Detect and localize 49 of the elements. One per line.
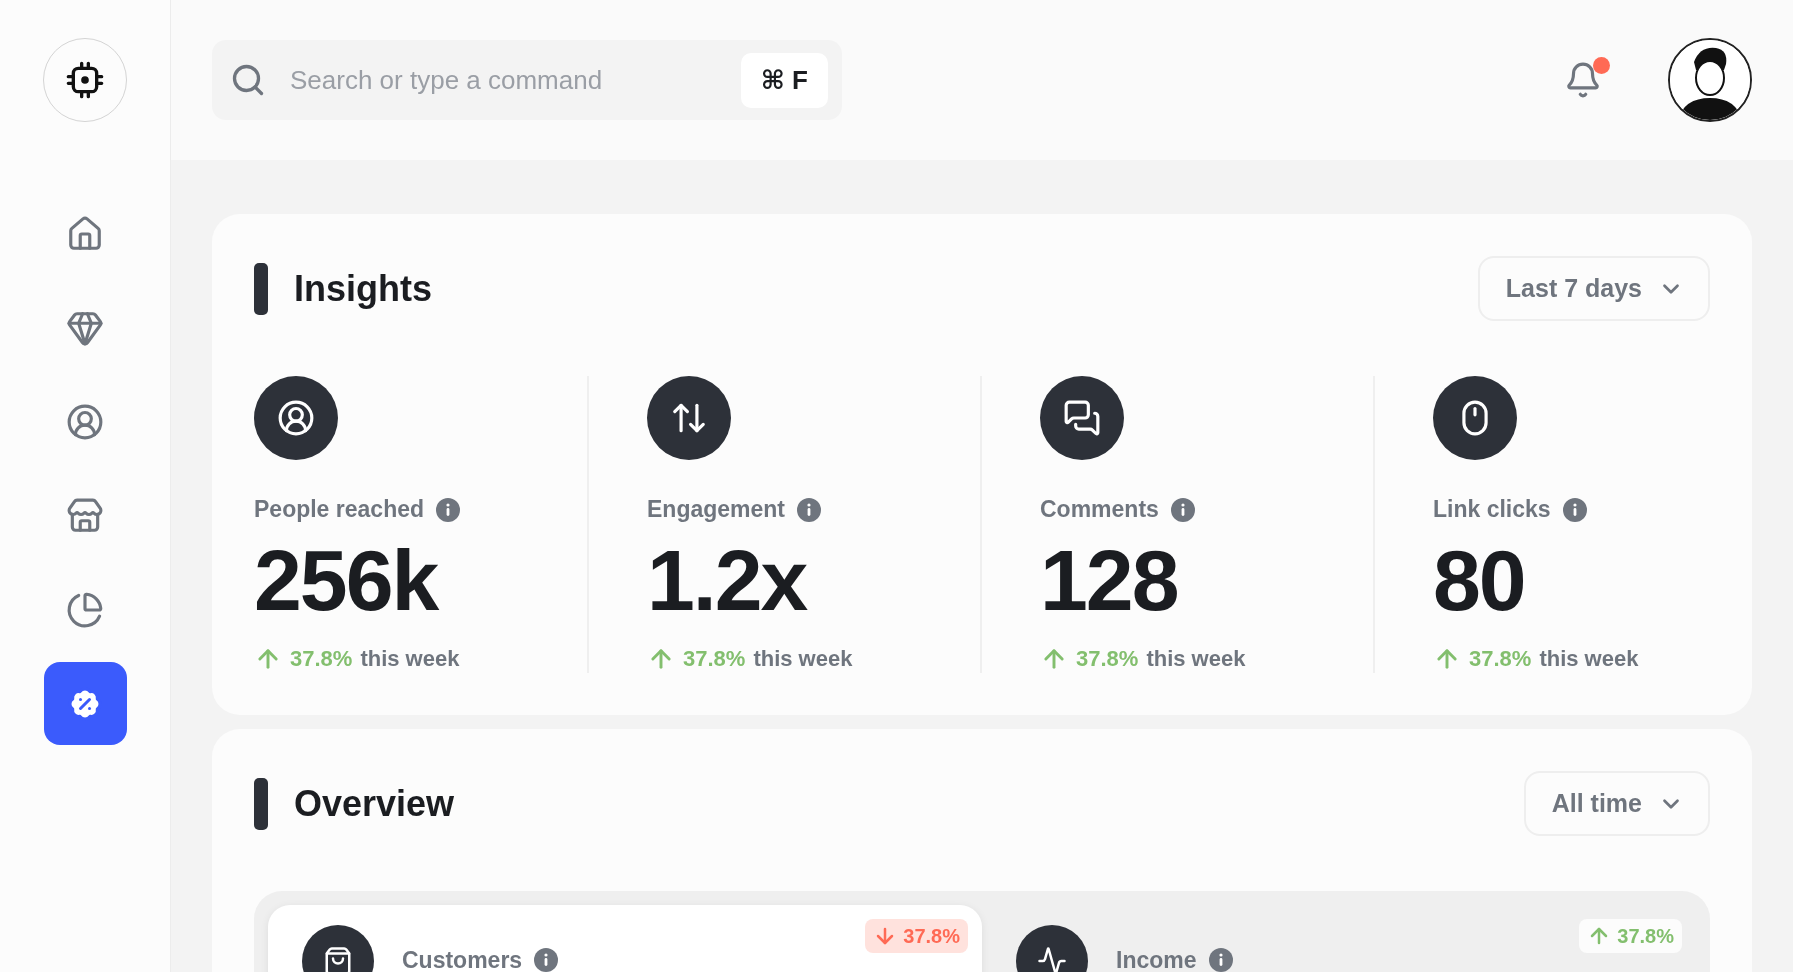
stat-value: 80 bbox=[1433, 537, 1525, 623]
info-icon bbox=[1170, 497, 1195, 522]
change-percent: 37.8% bbox=[1076, 646, 1139, 672]
search-icon bbox=[230, 62, 266, 98]
metric-label: Income bbox=[1116, 946, 1197, 972]
user-icon bbox=[66, 402, 104, 441]
change-period: this week bbox=[360, 646, 460, 672]
change-percent: 37.8% bbox=[683, 646, 746, 672]
change-period: this week bbox=[1539, 646, 1639, 672]
search-input[interactable]: Search or type a command bbox=[288, 63, 719, 97]
info-icon bbox=[534, 948, 559, 972]
shortcut-key: ⌘ F bbox=[740, 52, 828, 108]
metric-label: Customers bbox=[402, 946, 523, 972]
sidebar-item[interactable] bbox=[43, 662, 127, 745]
user-icon bbox=[277, 399, 315, 437]
store-icon bbox=[66, 496, 104, 535]
pie-chart-icon bbox=[66, 590, 104, 629]
info-icon bbox=[1562, 497, 1587, 522]
pulse-icon bbox=[1037, 946, 1067, 972]
chat-bubbles-icon bbox=[1063, 399, 1101, 437]
stat-value: 128 bbox=[1040, 537, 1178, 623]
search-field[interactable]: Search or type a command ⌘ F bbox=[212, 40, 842, 120]
home-icon bbox=[66, 214, 104, 253]
change-badge: 37.8% bbox=[1579, 919, 1682, 953]
info-icon bbox=[1208, 948, 1233, 972]
stat-value: 1.2x bbox=[647, 537, 807, 623]
metric-tab[interactable]: Income 37.8% bbox=[982, 905, 1696, 972]
stat-value: 256k bbox=[254, 537, 438, 623]
title-bar bbox=[254, 777, 268, 830]
stat-label: Comments bbox=[1040, 496, 1159, 523]
change-period: this week bbox=[1146, 646, 1246, 672]
change-period: this week bbox=[753, 646, 853, 672]
bell-icon bbox=[1564, 61, 1602, 99]
stat-label: Engagement bbox=[647, 496, 786, 523]
section-title: Insights bbox=[294, 267, 432, 310]
range-dropdown[interactable]: Last 7 days bbox=[1477, 256, 1710, 321]
section-title: Overview bbox=[294, 782, 455, 825]
shopping-bag-icon bbox=[323, 946, 353, 972]
info-icon bbox=[436, 497, 461, 522]
change-percent: 37.8% bbox=[1469, 646, 1532, 672]
title-bar bbox=[254, 262, 268, 315]
metric-tab[interactable]: Customers 37.8% bbox=[268, 905, 982, 972]
info-icon bbox=[797, 497, 822, 522]
change-badge: 37.8% bbox=[865, 919, 968, 953]
stat-label: Link clicks bbox=[1433, 496, 1551, 523]
change-percent: 37.8% bbox=[290, 646, 353, 672]
stat-label: People reached bbox=[254, 496, 425, 523]
chip-icon bbox=[65, 60, 105, 100]
range-dropdown[interactable]: All time bbox=[1523, 771, 1710, 836]
